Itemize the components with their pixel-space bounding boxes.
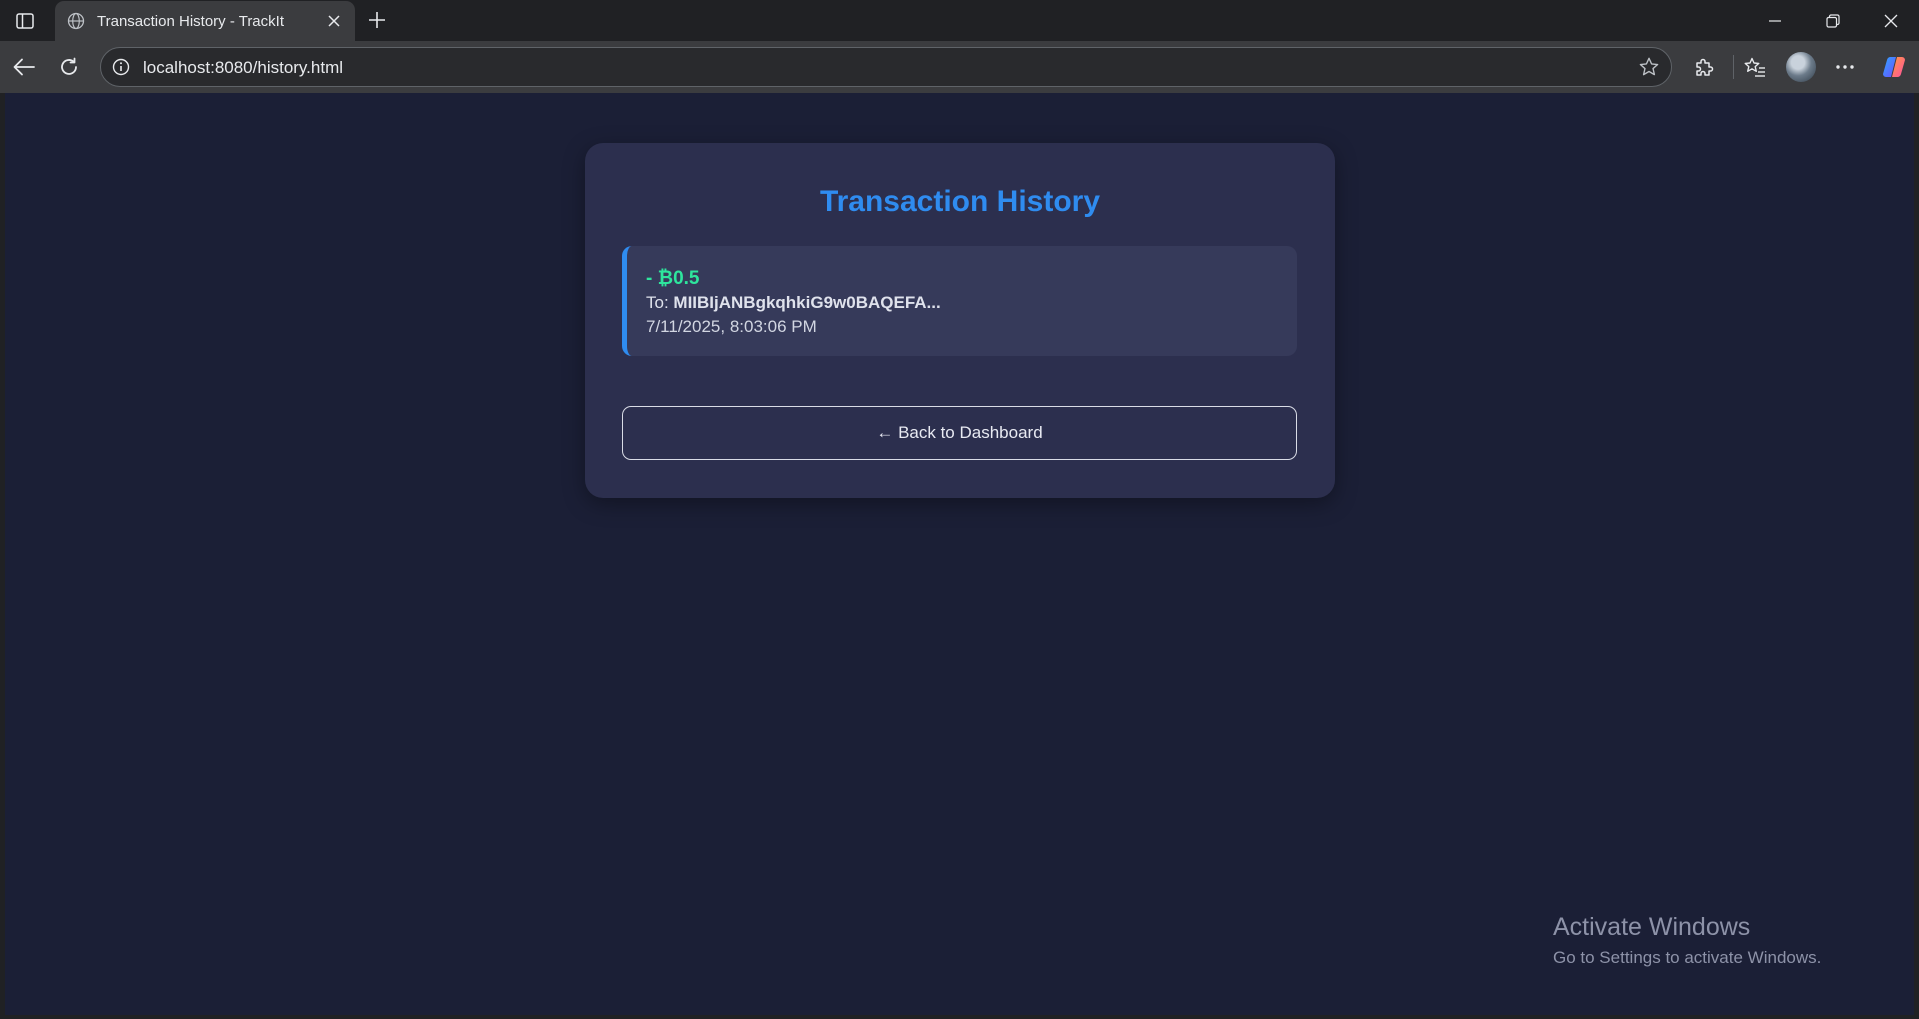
- new-tab-button[interactable]: [363, 6, 391, 34]
- close-icon: [1884, 14, 1898, 28]
- watermark-subtitle: Go to Settings to activate Windows.: [1553, 948, 1822, 967]
- window-close-button[interactable]: [1869, 6, 1913, 36]
- minimize-button[interactable]: [1753, 6, 1797, 36]
- copilot-icon: [1883, 57, 1905, 77]
- browser-titlebar: Transaction History - TrackIt: [0, 0, 1919, 41]
- transaction-recipient: To: MIIBIjANBgkqhkiG9w0BAQEFA...: [646, 293, 941, 313]
- info-icon[interactable]: [110, 56, 132, 78]
- page-viewport: Transaction History - ₿0.5 To: MIIBIjANB…: [5, 93, 1914, 1015]
- favorites-icon: [1744, 57, 1765, 77]
- more-icon: [1836, 65, 1854, 69]
- copilot-button[interactable]: [1878, 51, 1910, 83]
- recipient-label: To:: [646, 293, 674, 312]
- sidebar-toggle-icon[interactable]: [12, 8, 38, 34]
- back-to-dashboard-button[interactable]: ← Back to Dashboard: [622, 406, 1297, 460]
- browser-toolbar: localhost:8080/history.html: [0, 41, 1919, 93]
- watermark-title: Activate Windows: [1553, 913, 1751, 941]
- tab-title: Transaction History - TrackIt: [97, 12, 284, 30]
- back-arrow-icon: [13, 58, 35, 76]
- transaction-item: - ₿0.5 To: MIIBIjANBgkqhkiG9w0BAQEFA... …: [622, 246, 1297, 356]
- star-icon[interactable]: [1637, 55, 1661, 79]
- globe-icon: [65, 10, 87, 32]
- extensions-button[interactable]: [1688, 51, 1720, 83]
- favorites-button[interactable]: [1739, 51, 1771, 83]
- plus-icon: [369, 12, 385, 28]
- url-text: localhost:8080/history.html: [143, 58, 344, 77]
- toolbar-divider: [1733, 55, 1734, 79]
- activation-watermark: Activate Windows Go to Settings to activ…: [1553, 913, 1821, 968]
- back-button[interactable]: [8, 51, 40, 83]
- minimize-icon: [1769, 20, 1781, 22]
- refresh-icon: [61, 57, 77, 75]
- history-card: Transaction History - ₿0.5 To: MIIBIjANB…: [585, 143, 1335, 498]
- avatar[interactable]: [1786, 52, 1816, 82]
- recipient-address: MIIBIjANBgkqhkiG9w0BAQEFA...: [673, 293, 941, 312]
- window-bottom-border: [0, 1015, 1919, 1019]
- transaction-datetime: 7/11/2025, 8:03:06 PM: [646, 317, 817, 336]
- transaction-amount: - ₿0.5: [646, 268, 700, 289]
- puzzle-icon: [1696, 58, 1714, 76]
- address-bar[interactable]: localhost:8080/history.html: [100, 47, 1672, 87]
- settings-menu-button[interactable]: [1829, 51, 1861, 83]
- browser-tab[interactable]: Transaction History - TrackIt: [55, 1, 355, 41]
- page-title: Transaction History: [819, 185, 1101, 218]
- refresh-button[interactable]: [53, 51, 85, 83]
- restore-icon: [1826, 14, 1840, 28]
- restore-button[interactable]: [1811, 6, 1855, 36]
- close-icon[interactable]: [321, 8, 347, 34]
